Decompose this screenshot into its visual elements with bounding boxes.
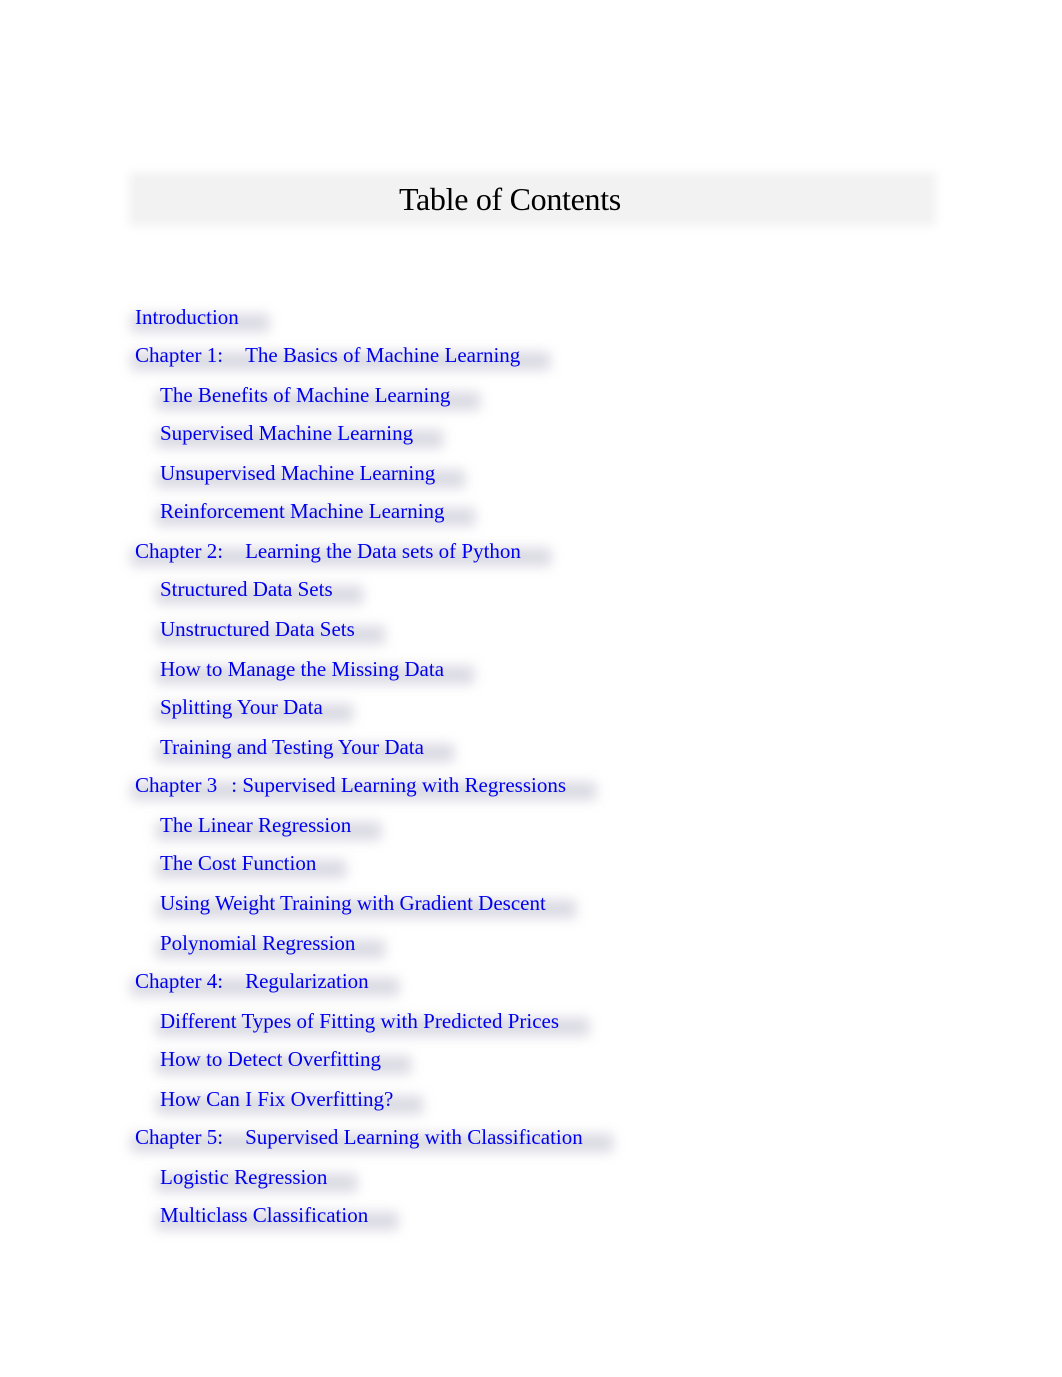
entry-label: Using Weight Training with Gradient Desc… bbox=[160, 891, 546, 915]
toc-section-link[interactable]: Unsupervised Machine Learning bbox=[156, 460, 466, 488]
toc-chapter-link[interactable]: Chapter 4: Regularization bbox=[131, 968, 399, 996]
entry-label: The Basics of Machine Learning bbox=[245, 343, 521, 367]
entry-label: How Can I Fix Overfitting? bbox=[160, 1087, 394, 1111]
toc-section-link[interactable]: Reinforcement Machine Learning bbox=[156, 498, 475, 526]
toc-section-link[interactable]: How Can I Fix Overfitting? bbox=[156, 1086, 424, 1114]
entry-label: Multiclass Classification bbox=[160, 1203, 369, 1227]
toc-chapter-link[interactable]: Chapter 5: Supervised Learning with Class… bbox=[131, 1124, 613, 1152]
entry-label: : Supervised Learning with Regressions bbox=[231, 773, 567, 797]
toc-section-link[interactable]: Using Weight Training with Gradient Desc… bbox=[156, 890, 576, 918]
toc-chapter-link[interactable]: Chapter 1: The Basics of Machine Learning bbox=[131, 342, 551, 370]
entry-label: Splitting Your Data bbox=[160, 695, 323, 719]
toc-section-link[interactable]: Multiclass Classification bbox=[156, 1202, 399, 1230]
entry-label: Introduction bbox=[135, 305, 239, 329]
entry-label: Reinforcement Machine Learning bbox=[160, 499, 445, 523]
toc-section-link[interactable]: The Benefits of Machine Learning bbox=[156, 382, 481, 410]
entry-label: The Cost Function bbox=[160, 851, 317, 875]
toc-chapter-link[interactable]: Chapter 3 : Supervised Learning with Regr… bbox=[131, 772, 597, 800]
entry-label: How to Detect Overfitting bbox=[160, 1047, 382, 1071]
toc-section-link[interactable]: Polynomial Regression bbox=[156, 930, 386, 958]
toc-section-link[interactable]: Training and Testing Your Data bbox=[156, 734, 454, 762]
entry-label: The Linear Regression bbox=[160, 813, 352, 837]
toc-section-link[interactable]: The Cost Function bbox=[156, 850, 347, 878]
entry-label: Polynomial Regression bbox=[160, 931, 356, 955]
entry-label: Logistic Regression bbox=[160, 1165, 328, 1189]
entry-label: Supervised Learning with Classification bbox=[245, 1125, 583, 1149]
chapter-number: Chapter 5: bbox=[135, 1125, 224, 1149]
toc-chapter-link[interactable]: Introduction bbox=[131, 304, 269, 332]
toc-section-link[interactable]: Structured Data Sets bbox=[156, 576, 363, 604]
entry-label: Learning the Data sets of Python bbox=[245, 539, 521, 563]
entry-label: How to Manage the Missing Data bbox=[160, 657, 445, 681]
entry-label: Different Types of Fitting with Predicte… bbox=[160, 1009, 560, 1033]
chapter-number: Chapter 4: bbox=[135, 969, 224, 993]
toc-section-link[interactable]: Unstructured Data Sets bbox=[156, 616, 385, 644]
toc-section-link[interactable]: Splitting Your Data bbox=[156, 694, 353, 722]
chapter-number: Chapter 2: bbox=[135, 539, 224, 563]
toc-section-link[interactable]: How to Detect Overfitting bbox=[156, 1046, 412, 1074]
entry-label: Supervised Machine Learning bbox=[160, 421, 414, 445]
toc-chapter-link[interactable]: Chapter 2: Learning the Data sets of Pyth… bbox=[131, 538, 551, 566]
toc-section-link[interactable]: Supervised Machine Learning bbox=[156, 420, 444, 448]
page-title: Table of Contents bbox=[399, 181, 621, 217]
entry-label: Structured Data Sets bbox=[160, 577, 333, 601]
toc-section-link[interactable]: Different Types of Fitting with Predicte… bbox=[156, 1008, 590, 1036]
toc-section-link[interactable]: How to Manage the Missing Data bbox=[156, 656, 475, 684]
entry-label: Training and Testing Your Data bbox=[160, 735, 424, 759]
toc-section-link[interactable]: The Linear Regression bbox=[156, 812, 382, 840]
toc-section-link[interactable]: Logistic Regression bbox=[156, 1164, 358, 1192]
chapter-number: Chapter 1: bbox=[135, 343, 224, 367]
chapter-number: Chapter 3 bbox=[135, 773, 218, 797]
entry-label: Regularization bbox=[245, 969, 369, 993]
entry-label: Unsupervised Machine Learning bbox=[160, 461, 436, 485]
entry-label: The Benefits of Machine Learning bbox=[160, 383, 451, 407]
entry-label: Unstructured Data Sets bbox=[160, 617, 355, 641]
